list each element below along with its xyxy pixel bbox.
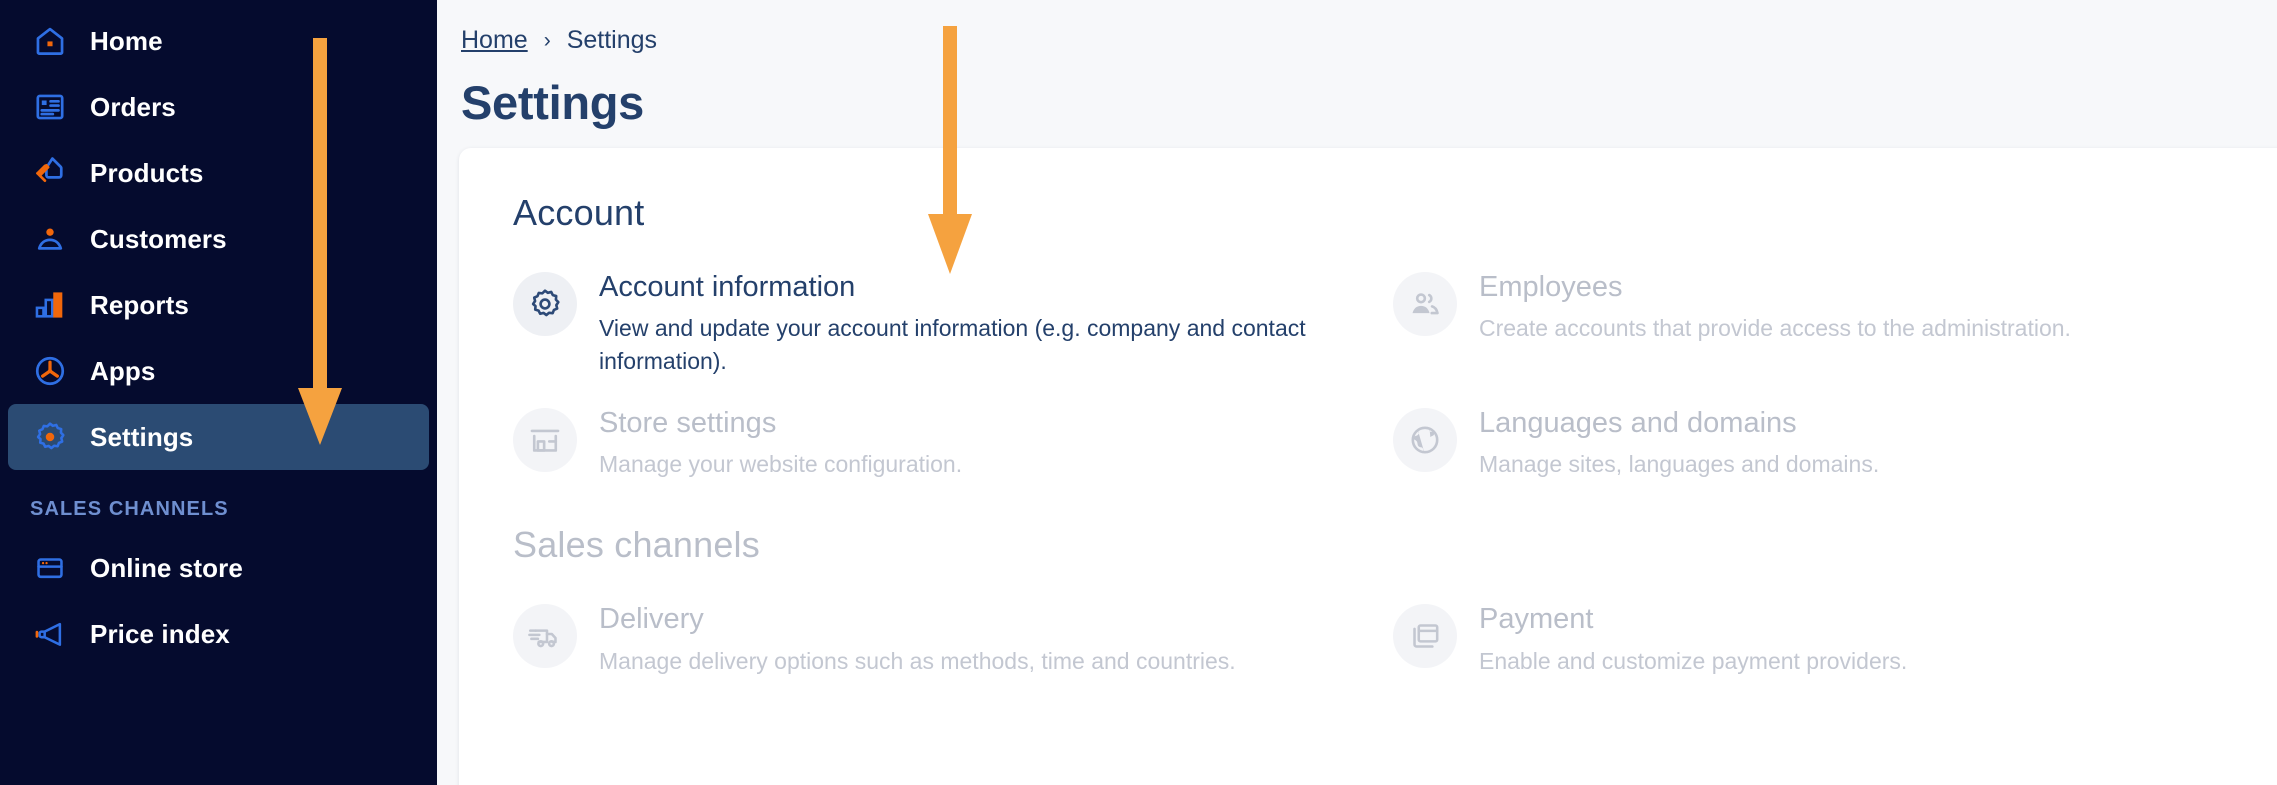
sidebar-item-label: Online store — [90, 552, 243, 583]
breadcrumb-current: Settings — [566, 26, 658, 54]
employees-icon — [1393, 272, 1457, 336]
tile-title: Store settings — [599, 406, 777, 439]
home-icon — [30, 21, 70, 61]
sidebar-item-orders[interactable]: Orders — [8, 74, 429, 140]
account-tile-grid: Account information View and update your… — [487, 256, 2247, 494]
tile-description: Create accounts that provide access to t… — [1479, 315, 2071, 342]
sidebar-item-home[interactable]: Home — [8, 8, 429, 74]
tile-languages-and-domains[interactable]: Languages and domains Manage sites, lang… — [1367, 392, 2247, 495]
customers-icon — [30, 219, 70, 259]
gear-icon — [513, 272, 577, 336]
tile-body: Languages and domains Manage sites, lang… — [1479, 406, 2207, 481]
sidebar-item-apps[interactable]: Apps — [8, 338, 429, 404]
breadcrumb-home-link[interactable]: Home — [461, 26, 528, 55]
tile-description: View and update your account information… — [599, 315, 1306, 374]
sidebar-item-label: Home — [90, 25, 163, 56]
group-title-account: Account — [513, 192, 645, 233]
tile-employees[interactable]: Employees Create accounts that provide a… — [1367, 256, 2247, 392]
reports-bar-icon — [30, 285, 70, 325]
sidebar-item-label: Price index — [90, 618, 230, 649]
tile-title: Languages and domains — [1479, 406, 1797, 439]
sidebar-item-label: Products — [90, 157, 204, 188]
main-content: Home › Settings Settings Account Account… — [437, 0, 2277, 785]
sidebar-item-label: Settings — [90, 421, 194, 452]
tile-delivery[interactable]: Delivery Manage delivery options such as… — [487, 588, 1367, 691]
sidebar: Home Orders Products Customers Reports A… — [0, 0, 437, 785]
sidebar-item-reports[interactable]: Reports — [8, 272, 429, 338]
sidebar-item-price-index[interactable]: Price index — [8, 601, 429, 667]
settings-card: Account Account information View and upd… — [459, 148, 2277, 785]
megaphone-icon — [30, 614, 70, 654]
sidebar-section-sales-channels: SALES CHANNELS — [30, 498, 229, 520]
tile-body: Employees Create accounts that provide a… — [1479, 270, 2207, 378]
sidebar-item-label: Apps — [90, 355, 156, 386]
sidebar-item-online-store[interactable]: Online store — [8, 535, 429, 601]
sidebar-item-settings[interactable]: Settings — [8, 404, 429, 470]
tile-payment[interactable]: Payment Enable and customize payment pro… — [1367, 588, 2247, 691]
orders-icon — [30, 87, 70, 127]
sidebar-item-label: Reports — [90, 289, 189, 320]
store-icon — [30, 548, 70, 588]
tile-description: Manage your website configuration. — [599, 450, 963, 477]
tile-title: Account information — [599, 271, 856, 303]
gear-icon — [30, 417, 70, 457]
tile-body: Payment Enable and customize payment pro… — [1479, 602, 2207, 677]
tile-title: Delivery — [599, 603, 704, 636]
sidebar-item-label: Orders — [90, 91, 176, 122]
tile-description: Manage delivery options such as methods,… — [599, 647, 1236, 674]
sales-channels-tile-grid: Delivery Manage delivery options such as… — [487, 588, 2247, 691]
sidebar-item-products[interactable]: Products — [8, 140, 429, 206]
tile-body: Store settings Manage your website confi… — [599, 406, 1327, 481]
sidebar-item-customers[interactable]: Customers — [8, 206, 429, 272]
storefront-icon — [513, 407, 577, 472]
truck-icon — [513, 604, 577, 669]
chevron-right-icon: › — [543, 28, 551, 52]
group-title-sales-channels: Sales channels — [513, 524, 760, 566]
tile-store-settings[interactable]: Store settings Manage your website confi… — [487, 392, 1367, 495]
tile-account-information[interactable]: Account information View and update your… — [487, 256, 1367, 392]
breadcrumb: Home › Settings — [437, 0, 2277, 55]
apps-icon — [30, 351, 70, 391]
credit-card-icon — [1393, 604, 1457, 669]
tile-description: Manage sites, languages and domains. — [1479, 450, 1880, 477]
products-tag-icon — [30, 153, 70, 193]
tile-body: Account information View and update your… — [599, 270, 1327, 378]
tile-body: Delivery Manage delivery options such as… — [599, 602, 1327, 677]
globe-icon — [1393, 407, 1457, 472]
tile-title: Employees — [1479, 271, 1623, 303]
page-title: Settings — [461, 76, 645, 129]
sidebar-item-label: Customers — [90, 223, 227, 254]
tile-description: Enable and customize payment providers. — [1479, 647, 1908, 674]
tile-title: Payment — [1479, 603, 1594, 636]
